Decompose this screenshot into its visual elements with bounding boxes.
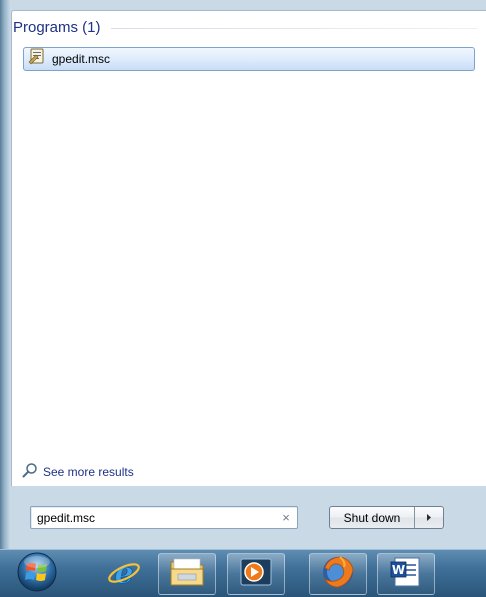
see-more-results-link[interactable]: See more results <box>22 462 134 483</box>
internet-explorer-icon: e <box>107 555 141 594</box>
taskbar-firefox[interactable] <box>309 553 367 595</box>
start-button[interactable] <box>13 552 61 596</box>
firefox-icon <box>320 554 356 595</box>
group-divider <box>110 27 478 29</box>
taskbar-media-player[interactable] <box>227 553 285 595</box>
search-input-value: gpedit.msc <box>37 510 96 525</box>
see-more-results-label: See more results <box>43 465 134 479</box>
search-icon <box>22 462 38 483</box>
chevron-right-icon <box>425 509 433 527</box>
word-icon: W <box>389 555 423 594</box>
clear-search-icon[interactable]: × <box>275 510 297 525</box>
svg-text:W: W <box>392 563 405 577</box>
shutdown-button[interactable]: Shut down <box>330 507 415 528</box>
programs-group-title: Programs (1) <box>13 18 101 36</box>
result-item-gpedit[interactable]: gpedit.msc <box>23 47 475 71</box>
windows-logo-icon <box>15 551 59 597</box>
taskbar-microsoft-word[interactable]: W <box>377 553 435 595</box>
media-player-icon <box>239 556 273 593</box>
search-results-pane <box>11 10 486 486</box>
shutdown-control: Shut down <box>329 506 444 529</box>
svg-text:e: e <box>114 556 133 589</box>
taskbar-windows-explorer[interactable] <box>158 553 216 595</box>
msc-console-icon <box>28 48 46 70</box>
taskbar-internet-explorer[interactable]: e <box>95 553 153 595</box>
shutdown-options-button[interactable] <box>415 507 443 528</box>
folder-icon <box>168 556 206 593</box>
result-item-label: gpedit.msc <box>52 52 111 66</box>
programs-group-header: Programs (1) <box>13 17 478 37</box>
search-input[interactable]: gpedit.msc × <box>30 506 298 529</box>
